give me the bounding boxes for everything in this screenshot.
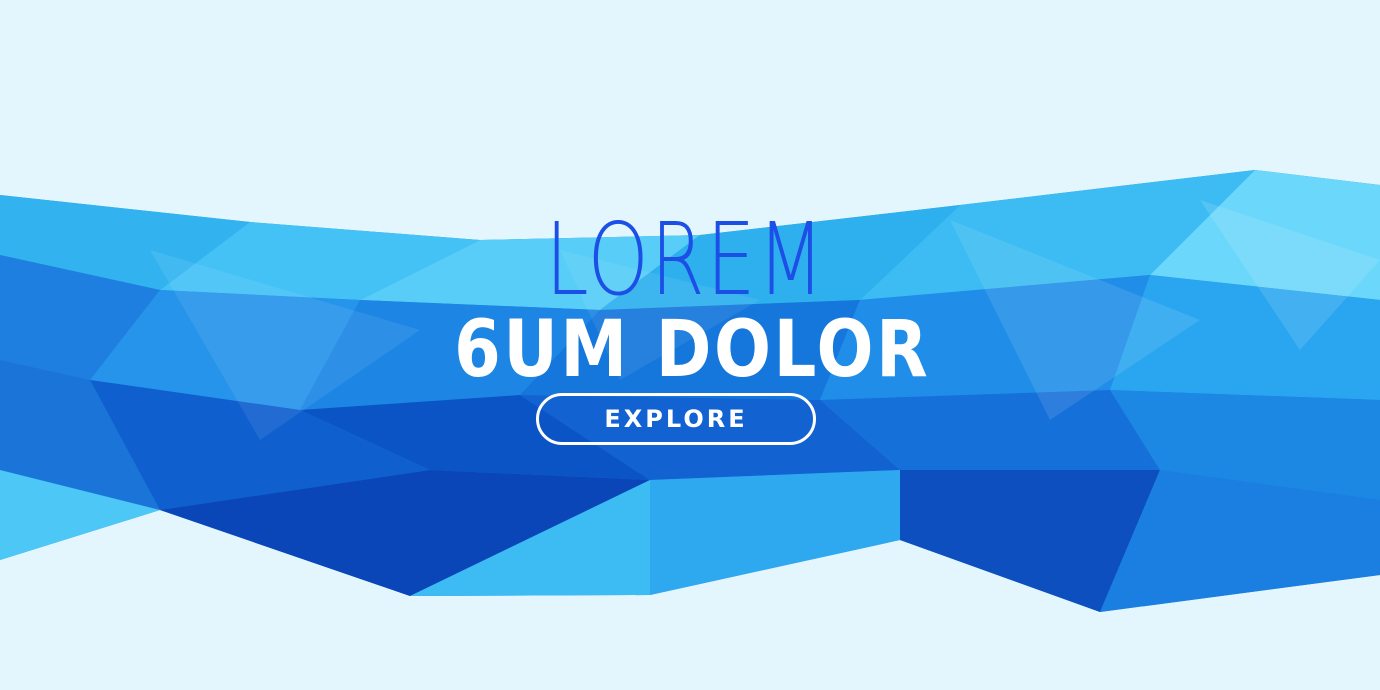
headline-dolor: 6UM DOLOR [454, 305, 931, 395]
headline-lorem: LOREM [545, 201, 826, 318]
poly-bottom-center-light [650, 470, 900, 595]
explore-button[interactable]: EXPLORE [536, 393, 816, 445]
hero-banner: LOREM 6UM DOLOR EXPLORE [0, 0, 1380, 690]
